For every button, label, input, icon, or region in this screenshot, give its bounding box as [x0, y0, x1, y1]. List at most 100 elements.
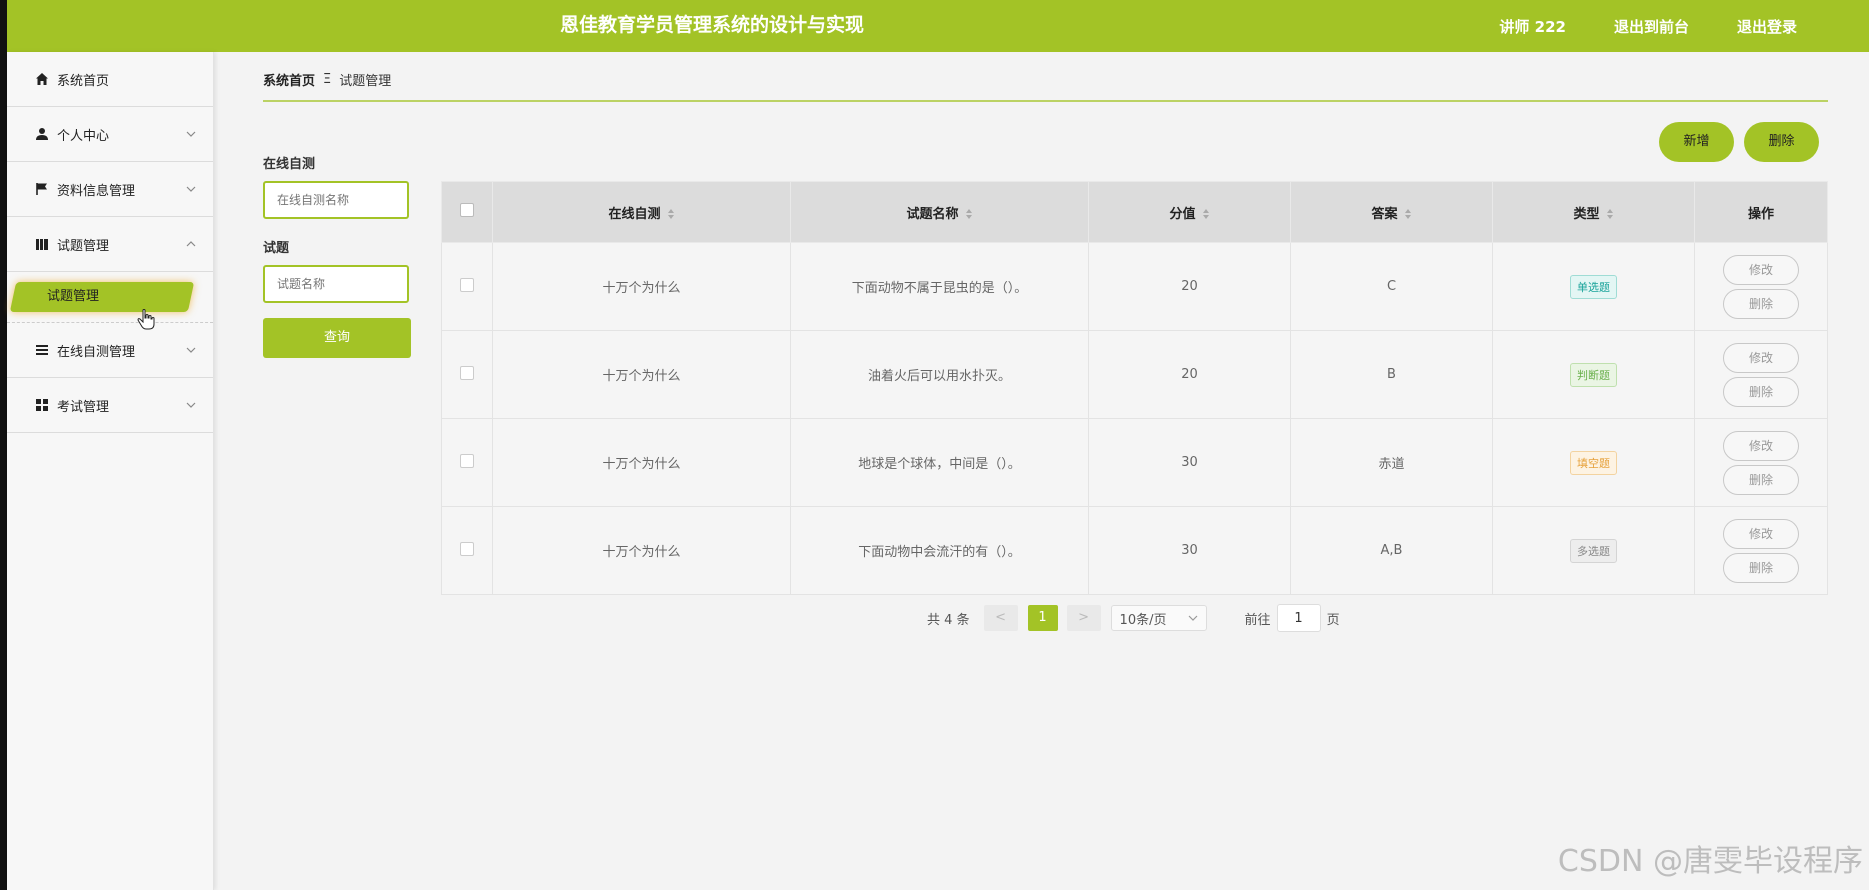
- breadcrumb-divider: [263, 100, 1828, 102]
- app-title: 恩佳教育学员管理系统的设计与实现: [559, 14, 864, 36]
- sidebar: 系统首页 个人中心 资料信息管理 试题管理 试题管理 在线自测管理 考试管理: [7, 52, 214, 890]
- row-select-cell: [441, 418, 493, 507]
- sidebar-item-profile[interactable]: 个人中心: [7, 107, 213, 162]
- back-to-front-link[interactable]: 退出到前台: [1614, 16, 1689, 37]
- add-button[interactable]: 新增: [1659, 122, 1734, 162]
- chevron-down-icon: [186, 186, 196, 192]
- cell-answer: C: [1290, 242, 1493, 331]
- flag-icon: [35, 182, 49, 196]
- cell-online-test: 十万个为什么: [492, 330, 791, 419]
- row-checkbox[interactable]: [460, 541, 474, 556]
- cell-actions: 修改 删除: [1694, 330, 1828, 419]
- cell-actions: 修改 删除: [1694, 242, 1828, 331]
- edit-button[interactable]: 修改: [1723, 430, 1799, 461]
- sidebar-item-exams[interactable]: 考试管理: [7, 378, 213, 433]
- sidebar-item-label: 个人中心: [57, 128, 110, 144]
- active-highlight: [9, 282, 195, 312]
- list-icon: [35, 343, 49, 357]
- filter-online-test-label: 在线自测: [263, 157, 316, 172]
- cell-score: 30: [1088, 506, 1291, 595]
- delete-button[interactable]: 删除: [1723, 552, 1799, 583]
- next-page-button[interactable]: >: [1066, 605, 1101, 631]
- cell-actions: 修改 删除: [1694, 418, 1828, 507]
- row-select-cell: [441, 242, 493, 331]
- sort-icon: [1606, 209, 1613, 219]
- cell-actions: 修改 删除: [1694, 506, 1828, 595]
- user-label[interactable]: 讲师 222: [1499, 16, 1566, 37]
- cell-question: 油着火后可以用水扑灭。: [790, 330, 1089, 419]
- sidebar-item-questions[interactable]: 试题管理: [7, 217, 213, 272]
- chevron-up-icon: [186, 241, 196, 247]
- online-test-search-input[interactable]: [263, 181, 409, 219]
- sidebar-item-label: 试题管理: [57, 238, 110, 254]
- cell-question: 下面动物不属于昆虫的是（）。: [790, 242, 1089, 331]
- type-tag: 判断题: [1570, 362, 1617, 387]
- sidebar-subitem-questions[interactable]: 试题管理: [47, 272, 99, 322]
- breadcrumb-current: 试题管理: [339, 74, 392, 89]
- type-tag: 单选题: [1570, 274, 1617, 299]
- delete-button[interactable]: 删除: [1723, 288, 1799, 319]
- cell-question: 下面动物中会流汗的有（）。: [790, 506, 1089, 595]
- edit-button[interactable]: 修改: [1723, 254, 1799, 285]
- header-links: 讲师 222 退出到前台 退出登录: [1499, 0, 1797, 52]
- row-select-cell: [441, 330, 493, 419]
- cell-type: 多选题: [1492, 506, 1695, 595]
- grid-icon: [35, 398, 49, 412]
- delete-button[interactable]: 删除: [1723, 464, 1799, 495]
- book-icon: [35, 237, 49, 251]
- row-checkbox[interactable]: [460, 365, 474, 380]
- cell-answer: B: [1290, 330, 1493, 419]
- goto-label: 前往: [1244, 612, 1271, 628]
- sidebar-item-materials[interactable]: 资料信息管理: [7, 162, 213, 217]
- col-header-online-test[interactable]: 在线自测: [492, 181, 791, 243]
- page-size-select[interactable]: 10条/页: [1110, 605, 1207, 631]
- edit-button[interactable]: 修改: [1723, 342, 1799, 373]
- page-suffix-label: 页: [1326, 612, 1340, 628]
- table-row: 十万个为什么 下面动物不属于昆虫的是（）。 20 C 单选题 修改 删除: [441, 242, 1828, 331]
- pagination: 共 4 条 < 1 > 10条/页 前往 页: [927, 604, 1340, 632]
- type-tag: 多选题: [1570, 538, 1617, 563]
- sidebar-item-label: 在线自测管理: [57, 344, 136, 360]
- type-tag: 填空题: [1570, 450, 1617, 475]
- prev-page-button[interactable]: <: [983, 605, 1018, 631]
- cell-score: 20: [1088, 330, 1291, 419]
- bulk-delete-button[interactable]: 删除: [1744, 122, 1819, 162]
- row-checkbox[interactable]: [460, 453, 474, 468]
- breadcrumb: 系统首页 Ξ 试题管理: [263, 70, 391, 89]
- breadcrumb-separator: Ξ: [323, 72, 332, 87]
- home-icon: [35, 72, 49, 86]
- cell-type: 判断题: [1492, 330, 1695, 419]
- sidebar-item-label: 资料信息管理: [57, 183, 136, 199]
- delete-button[interactable]: 删除: [1723, 376, 1799, 407]
- select-all-checkbox[interactable]: [460, 203, 474, 217]
- cell-type: 填空题: [1492, 418, 1695, 507]
- breadcrumb-home[interactable]: 系统首页: [263, 70, 315, 89]
- cell-online-test: 十万个为什么: [492, 506, 791, 595]
- table-row: 十万个为什么 下面动物中会流汗的有（）。 30 A,B 多选题 修改 删除: [441, 506, 1828, 595]
- row-checkbox[interactable]: [460, 277, 474, 292]
- goto-page-input[interactable]: [1276, 604, 1321, 632]
- cell-online-test: 十万个为什么: [492, 418, 791, 507]
- question-search-input[interactable]: [263, 265, 409, 303]
- cell-score: 30: [1088, 418, 1291, 507]
- col-header-question[interactable]: 试题名称: [790, 181, 1089, 243]
- col-header-type[interactable]: 类型: [1492, 181, 1695, 243]
- row-select-cell: [441, 506, 493, 595]
- chevron-down-icon: [186, 131, 196, 137]
- table-row: 十万个为什么 油着火后可以用水扑灭。 20 B 判断题 修改 删除: [441, 330, 1828, 419]
- sidebar-item-home[interactable]: 系统首页: [7, 52, 213, 107]
- cell-answer: 赤道: [1290, 418, 1493, 507]
- edit-button[interactable]: 修改: [1723, 518, 1799, 549]
- chevron-down-icon: [186, 402, 196, 408]
- col-header-score[interactable]: 分值: [1088, 181, 1291, 243]
- watermark: CSDN @唐雯毕设程序: [1557, 844, 1863, 879]
- chevron-down-icon: [186, 347, 196, 353]
- cell-answer: A,B: [1290, 506, 1493, 595]
- query-button[interactable]: 查询: [263, 318, 411, 358]
- chevron-down-icon: [1188, 615, 1197, 621]
- logout-link[interactable]: 退出登录: [1737, 16, 1797, 37]
- sidebar-item-online-test[interactable]: 在线自测管理: [7, 323, 213, 378]
- cell-score: 20: [1088, 242, 1291, 331]
- page-number-button[interactable]: 1: [1027, 605, 1058, 631]
- col-header-answer[interactable]: 答案: [1290, 181, 1493, 243]
